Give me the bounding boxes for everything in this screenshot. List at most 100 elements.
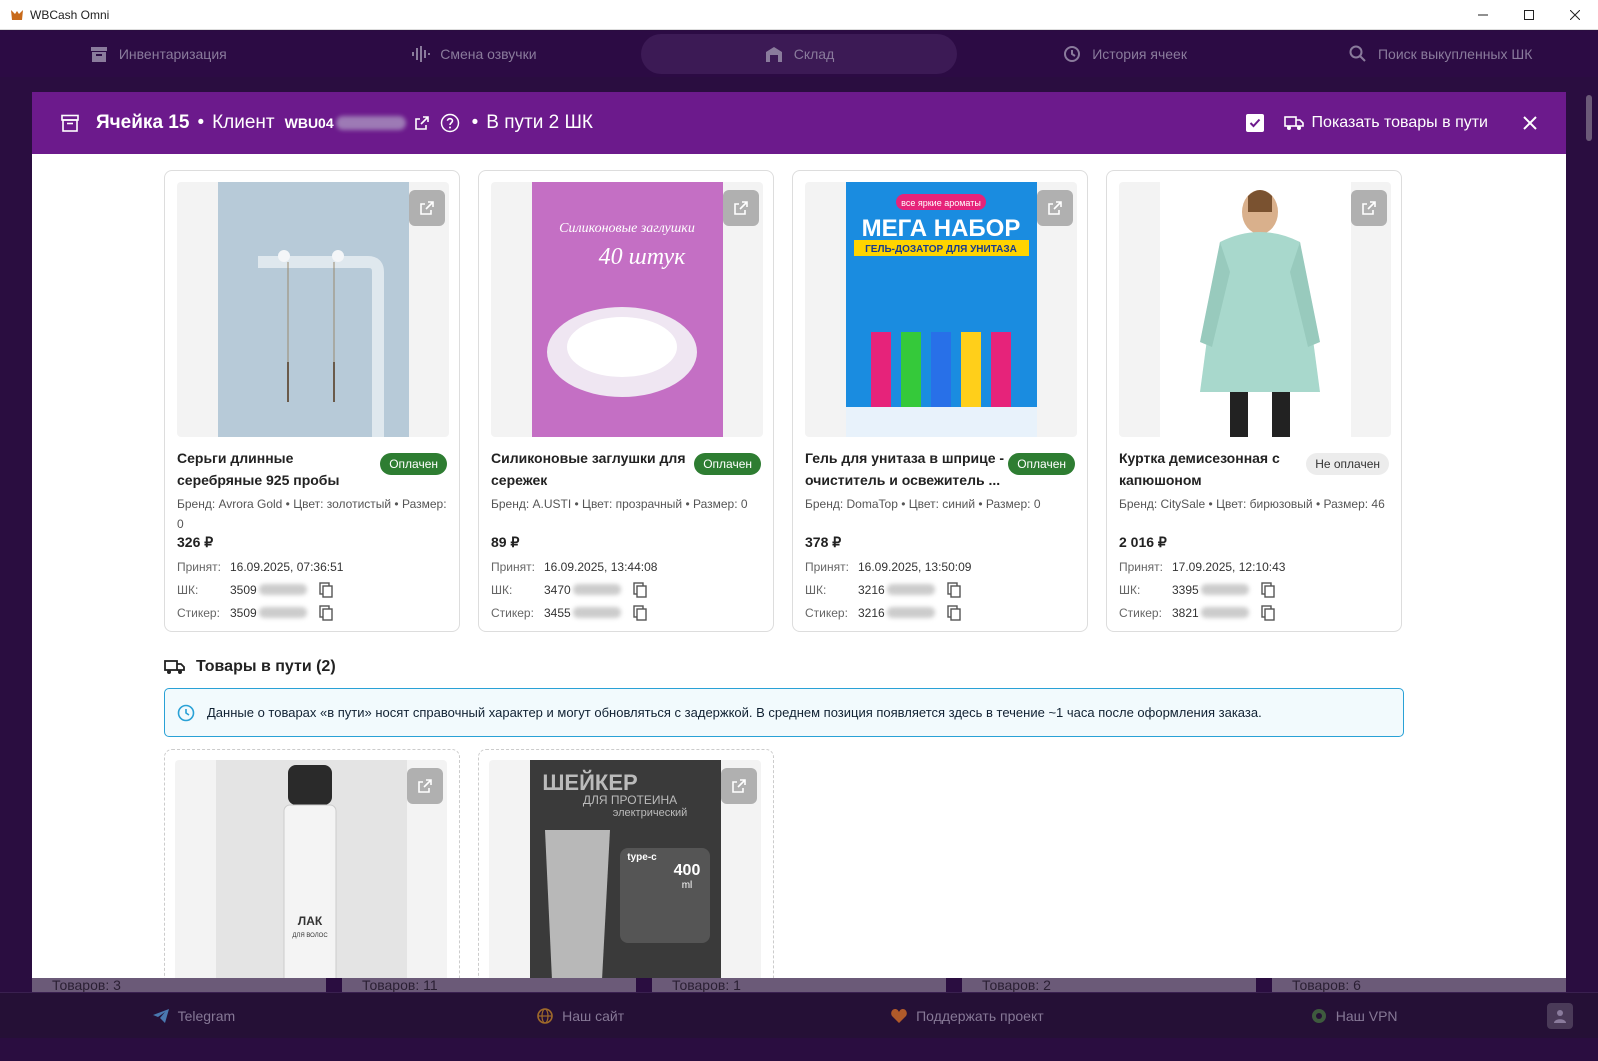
accepted-date: 16.09.2025, 13:44:08 <box>544 559 658 574</box>
transit-info-text: Данные о товарах «в пути» носят справочн… <box>207 705 1262 720</box>
accepted-date: 16.09.2025, 13:50:09 <box>858 559 972 574</box>
user-icon <box>1554 1009 1566 1023</box>
copy-icon[interactable] <box>633 581 647 598</box>
title-bar: WBCash Omni <box>0 0 1598 30</box>
archive-icon <box>90 47 107 62</box>
image-caption: Силиконовые заглушки <box>559 221 695 236</box>
close-modal-icon[interactable] <box>1522 115 1538 131</box>
history-icon <box>1064 46 1081 62</box>
show-transit-label[interactable]: Показать товары в пути <box>1312 114 1488 132</box>
hairspray-image: ЛАК ДЛЯ ВОЛОС <box>215 760 407 978</box>
product-image[interactable] <box>177 182 449 437</box>
open-product-button[interactable] <box>1351 190 1387 226</box>
product-image[interactable] <box>1119 182 1391 437</box>
redacted-value <box>572 584 621 595</box>
warehouse-icon <box>765 47 782 62</box>
barcode-value: 3470 <box>544 582 571 597</box>
show-transit-checkbox[interactable] <box>1245 114 1264 132</box>
open-product-button[interactable] <box>1037 190 1073 226</box>
open-product-button[interactable] <box>407 768 443 804</box>
copy-icon[interactable] <box>1261 581 1275 598</box>
redacted-value <box>258 607 307 618</box>
footer-link-label: Telegram <box>177 1007 236 1024</box>
maximize-button[interactable] <box>1506 0 1552 30</box>
product-card: Куртка демисезонная с капюшоном Не оплач… <box>1106 170 1402 632</box>
product-price: 2 016 ₽ <box>1119 534 1167 550</box>
nav-tab-voice[interactable]: Смена озвучки <box>316 31 632 77</box>
barcode-value: 3395 <box>1172 582 1199 597</box>
product-image[interactable]: ЛАК ДЛЯ ВОЛОС <box>175 760 447 978</box>
footer-link-site[interactable]: Наш сайт <box>387 1007 774 1025</box>
nav-tab-inventory[interactable]: Инвентаризация <box>0 31 316 77</box>
nav-tab-history[interactable]: История ячеек <box>967 31 1283 77</box>
nav-tab-warehouse[interactable]: Склад <box>641 34 957 74</box>
sticker-value: 3509 <box>230 605 257 620</box>
open-product-button[interactable] <box>409 190 445 226</box>
product-card: Серьги длинные серебряные 925 пробы Опла… <box>164 170 460 632</box>
copy-icon[interactable] <box>947 604 961 621</box>
globe-icon <box>537 1007 553 1024</box>
product-meta: Бренд: Avrora Gold • Цвет: золотистый • … <box>177 497 447 531</box>
image-caption: ЛАК <box>297 914 322 928</box>
user-avatar-button[interactable] <box>1547 1002 1573 1029</box>
copy-icon[interactable] <box>319 581 333 598</box>
vpn-icon <box>1311 1008 1326 1023</box>
copy-icon[interactable] <box>1261 604 1275 621</box>
cell-count: Товаров: 3 <box>32 978 326 992</box>
payment-status-badge: Оплачен <box>380 453 447 475</box>
copy-icon[interactable] <box>319 604 333 621</box>
footer-link-support[interactable]: Поддержать проект <box>774 1007 1161 1025</box>
copy-icon[interactable] <box>633 604 647 621</box>
modal-content: Серьги длинные серебряные 925 пробы Опла… <box>32 154 1566 978</box>
transit-product-card: ШЕЙКЕР ДЛЯ ПРОТЕИНА электрический type-c… <box>478 749 774 978</box>
image-caption: ml <box>681 880 692 891</box>
image-caption: все яркие ароматы <box>901 198 981 208</box>
transit-info-alert: Данные о товарах «в пути» носят справочн… <box>164 688 1404 737</box>
client-label: Клиент <box>212 112 275 133</box>
product-name: Гель для унитаза в шприце - очиститель и… <box>805 450 1005 488</box>
product-image[interactable]: все яркие ароматы МЕГА НАБОР ГЕЛЬ-ДОЗАТО… <box>805 182 1077 437</box>
close-window-button[interactable] <box>1552 0 1598 30</box>
footer-link-label: Наш VPN <box>1335 1007 1398 1024</box>
earrings-image <box>217 182 409 437</box>
sticker-label: Стикер: <box>491 605 534 620</box>
separator-dot: • <box>471 112 479 133</box>
open-product-button[interactable] <box>721 768 757 804</box>
clock-icon <box>177 704 195 721</box>
page-scrollbar[interactable] <box>1586 95 1592 141</box>
footer-link-telegram[interactable]: Telegram <box>0 1007 387 1025</box>
product-name: Куртка демисезонная с капюшоном <box>1119 450 1280 488</box>
nav-tab-search[interactable]: Поиск выкупленных ШК <box>1282 31 1598 77</box>
heart-icon <box>891 1008 907 1023</box>
product-meta: Бренд: CitySale • Цвет: бирюзовый • Разм… <box>1119 497 1385 511</box>
sticker-value: 3216 <box>858 605 885 620</box>
search-icon <box>1349 45 1366 62</box>
toilet-gel-image: все яркие ароматы МЕГА НАБОР ГЕЛЬ-ДОЗАТО… <box>845 182 1037 437</box>
nav-tab-label: Поиск выкупленных ШК <box>1377 46 1533 62</box>
open-external-icon[interactable] <box>414 115 430 131</box>
footer-link-vpn[interactable]: Наш VPN <box>1160 1007 1547 1025</box>
open-product-button[interactable] <box>723 190 759 226</box>
product-card: Силиконовые заглушки 40 штук Силиконовые… <box>478 170 774 632</box>
image-caption: ДЛЯ ПРОТЕИНА <box>582 793 676 807</box>
help-icon[interactable] <box>440 113 460 133</box>
image-caption: электрический <box>612 807 687 819</box>
nav-tab-label: Смена озвучки <box>440 46 537 62</box>
product-image[interactable]: ШЕЙКЕР ДЛЯ ПРОТЕИНА электрический type-c… <box>489 760 761 978</box>
copy-icon[interactable] <box>947 581 961 598</box>
product-card: все яркие ароматы МЕГА НАБОР ГЕЛЬ-ДОЗАТО… <box>792 170 1088 632</box>
silicone-stoppers-image: Силиконовые заглушки 40 штук <box>531 182 723 437</box>
open-external-icon <box>420 201 434 215</box>
shaker-image: ШЕЙКЕР ДЛЯ ПРОТЕИНА электрический type-c… <box>529 760 721 978</box>
accepted-label: Принят: <box>491 559 535 574</box>
barcode-label: ШК: <box>177 582 199 597</box>
redacted-value <box>886 584 935 595</box>
product-image[interactable]: Силиконовые заглушки 40 штук <box>491 182 763 437</box>
nav-tab-label: Склад <box>793 46 835 62</box>
open-external-icon <box>1362 201 1376 215</box>
transit-section-title: Товары в пути (2) <box>164 658 1566 676</box>
footer-link-label: Наш сайт <box>562 1007 625 1024</box>
minimize-button[interactable] <box>1460 0 1506 30</box>
client-code: WBU04 <box>284 115 334 131</box>
transit-title: Товары в пути (2) <box>196 658 336 675</box>
